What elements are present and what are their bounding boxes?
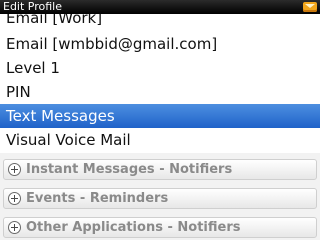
- list-item-label: PIN: [6, 83, 31, 101]
- list-item-label: Text Messages: [6, 107, 115, 125]
- group-instant-messages-notifiers[interactable]: Instant Messages - Notifiers: [3, 159, 317, 180]
- list-item-label: Level 1: [6, 59, 60, 77]
- expand-plus-icon[interactable]: [8, 163, 21, 176]
- list-item-visual-voice-mail[interactable]: Visual Voice Mail: [0, 128, 320, 152]
- page-title: Edit Profile: [3, 0, 63, 13]
- list-item-label: Email [Work]: [6, 14, 103, 27]
- group-label: Events - Reminders: [26, 191, 169, 206]
- group-label: Instant Messages - Notifiers: [26, 162, 233, 177]
- list-item-pin[interactable]: PIN: [0, 80, 320, 104]
- profile-list: Email [Work] Email [wmbbid@gmail.com] Le…: [0, 14, 320, 153]
- expand-plus-icon[interactable]: [8, 192, 21, 205]
- list-item-label: Email [wmbbid@gmail.com]: [6, 35, 218, 53]
- list-item-label: Visual Voice Mail: [6, 131, 131, 149]
- message-icon[interactable]: [303, 2, 317, 12]
- list-item-text-messages[interactable]: Text Messages: [0, 104, 320, 128]
- list-item-email-work[interactable]: Email [Work]: [0, 14, 320, 30]
- group-other-applications-notifiers[interactable]: Other Applications - Notifiers: [3, 217, 317, 238]
- group-label: Other Applications - Notifiers: [26, 220, 241, 235]
- group-events-reminders[interactable]: Events - Reminders: [3, 188, 317, 209]
- list-item-email-gmail[interactable]: Email [wmbbid@gmail.com]: [0, 32, 320, 56]
- list-item-level-1[interactable]: Level 1: [0, 56, 320, 80]
- expand-plus-icon[interactable]: [8, 221, 21, 234]
- title-bar: Edit Profile: [0, 0, 320, 14]
